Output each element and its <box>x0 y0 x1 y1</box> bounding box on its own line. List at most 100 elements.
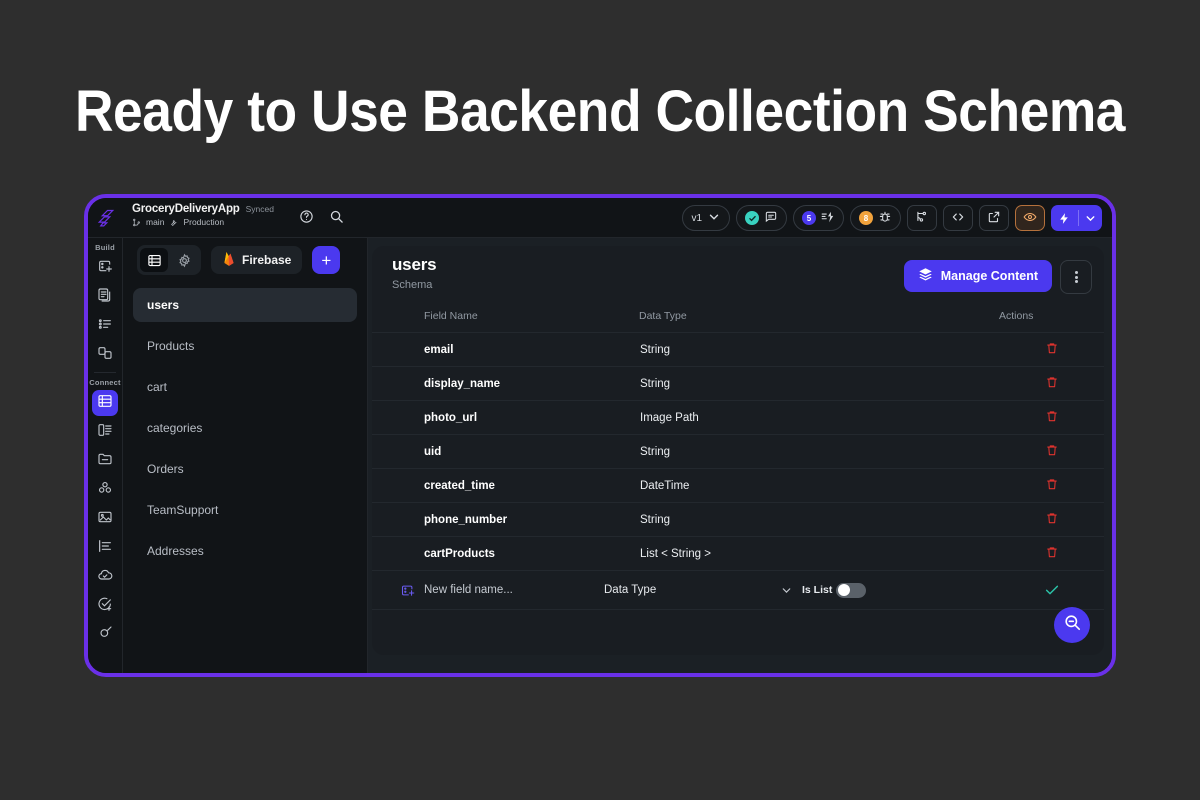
row-actions <box>999 366 1104 401</box>
app-name: GroceryDeliveryApp <box>132 203 240 215</box>
table-row[interactable]: photo_url Image Path <box>372 400 1104 435</box>
collections-view-database[interactable] <box>140 248 168 272</box>
rail-group-label-build: Build <box>95 243 115 252</box>
collection-label: categories <box>147 421 203 435</box>
layers-icon <box>918 267 933 285</box>
environment-name[interactable]: Production <box>183 217 224 227</box>
field-name: display_name <box>372 366 639 401</box>
is-list-label: Is List <box>802 584 833 596</box>
table-row[interactable]: created_time DateTime <box>372 468 1104 503</box>
rail-item-media-assets[interactable] <box>92 506 118 532</box>
branch-name[interactable]: main <box>146 217 164 227</box>
main-content: users Schema Manage Content Field Name D… <box>368 238 1112 673</box>
app-identity: GroceryDeliveryApp Synced main Productio… <box>132 203 274 227</box>
run-app-button[interactable] <box>1051 205 1102 231</box>
version-label: v1 <box>691 212 702 224</box>
rail-item-cloud-functions[interactable] <box>92 564 118 590</box>
preview-toggle-button[interactable] <box>1015 205 1045 231</box>
tests-count-badge: 5 <box>802 211 816 225</box>
version-selector[interactable]: v1 <box>682 205 730 231</box>
left-icon-rail: Build Connect <box>88 238 123 673</box>
flutterflow-logo-icon <box>88 200 123 236</box>
collection-label: Products <box>147 339 195 353</box>
field-name: photo_url <box>372 400 639 435</box>
top-bar-actions: v1 5 8 <box>682 204 1102 232</box>
backend-selector-firebase[interactable]: Firebase <box>211 246 303 274</box>
collections-view-settings[interactable] <box>170 248 198 272</box>
collection-item-products[interactable]: Products <box>133 329 357 363</box>
collection-item-categories[interactable]: categories <box>133 411 357 445</box>
trash-icon[interactable] <box>1045 476 1059 492</box>
trash-icon[interactable] <box>1045 544 1059 560</box>
schema-card: users Schema Manage Content Field Name D… <box>372 246 1104 655</box>
collection-item-users[interactable]: users <box>133 288 357 322</box>
rail-item-database[interactable] <box>92 390 118 416</box>
localization-icon <box>97 538 113 559</box>
tests-chip[interactable]: 5 <box>793 205 844 231</box>
table-row[interactable]: phone_number String <box>372 502 1104 537</box>
data-type-select[interactable]: Data Type <box>604 584 656 596</box>
rail-item-app-state[interactable] <box>92 419 118 445</box>
issues-chip[interactable]: 8 <box>850 205 901 231</box>
help-circle-icon[interactable] <box>299 209 314 229</box>
collection-item-cart[interactable]: cart <box>133 370 357 404</box>
chevron-down-icon[interactable] <box>780 584 793 597</box>
table-row[interactable]: cartProducts List < String > <box>372 536 1104 570</box>
open-external-button[interactable] <box>979 205 1009 231</box>
dot <box>1074 271 1078 275</box>
rail-item-components[interactable] <box>92 342 118 368</box>
table-row[interactable]: email String <box>372 332 1104 367</box>
tests-icon <box>97 596 113 617</box>
field-type: String <box>639 332 999 367</box>
app-window: GroceryDeliveryApp Synced main Productio… <box>84 194 1116 677</box>
trash-icon[interactable] <box>1045 340 1059 356</box>
schema-table: Field Name Data Type Actions email Strin… <box>372 308 1104 570</box>
zoom-out-icon <box>1063 613 1082 637</box>
rail-item-list[interactable] <box>92 313 118 339</box>
row-actions <box>999 434 1104 469</box>
add-field-icon <box>400 583 415 598</box>
is-list-toggle[interactable] <box>836 582 866 598</box>
trash-icon[interactable] <box>1045 510 1059 526</box>
rail-item-add-page[interactable] <box>92 255 118 281</box>
git-branch-icon <box>915 210 929 227</box>
rail-item-storage[interactable] <box>92 448 118 474</box>
code-view-button[interactable] <box>943 205 973 231</box>
code-icon <box>951 210 965 227</box>
column-header-data-type: Data Type <box>639 310 687 322</box>
check-icon[interactable] <box>1044 582 1060 598</box>
comments-status-chip[interactable] <box>736 205 787 231</box>
field-name: uid <box>372 434 639 469</box>
lightning-bolt-icon <box>1051 212 1078 225</box>
table-row[interactable]: display_name String <box>372 366 1104 401</box>
branching-button[interactable] <box>907 205 937 231</box>
collection-item-addresses[interactable]: Addresses <box>133 534 357 568</box>
chevron-down-icon[interactable] <box>1079 212 1102 225</box>
list-icon <box>97 316 113 337</box>
trash-icon[interactable] <box>1045 442 1059 458</box>
new-field-row: New field name... Data Type Is List <box>372 570 1104 610</box>
trash-icon[interactable] <box>1045 374 1059 390</box>
rail-item-users-auth[interactable] <box>92 477 118 503</box>
collection-item-orders[interactable]: Orders <box>133 452 357 486</box>
rail-item-localization[interactable] <box>92 535 118 561</box>
search-icon[interactable] <box>329 209 344 229</box>
dot <box>1074 275 1078 279</box>
rail-item-pages[interactable] <box>92 284 118 310</box>
rail-item-integrations[interactable] <box>92 622 118 648</box>
table-header: Field Name Data Type Actions <box>372 308 1104 333</box>
trash-icon[interactable] <box>1045 408 1059 424</box>
manage-content-button[interactable]: Manage Content <box>903 260 1052 292</box>
rail-item-tests[interactable] <box>92 593 118 619</box>
collection-item-teamsupport[interactable]: TeamSupport <box>133 493 357 527</box>
new-field-name-input[interactable]: New field name... <box>424 584 513 596</box>
column-header-field-name: Field Name <box>424 310 478 322</box>
add-collection-button[interactable]: + <box>312 246 341 274</box>
collection-label: cart <box>147 380 168 394</box>
integrations-icon <box>97 625 113 646</box>
more-options-icon[interactable] <box>1060 260 1092 294</box>
zoom-out-button[interactable] <box>1054 607 1090 643</box>
table-row[interactable]: uid String <box>372 434 1104 469</box>
field-name: phone_number <box>372 502 639 537</box>
firebase-flame-icon <box>222 251 236 270</box>
